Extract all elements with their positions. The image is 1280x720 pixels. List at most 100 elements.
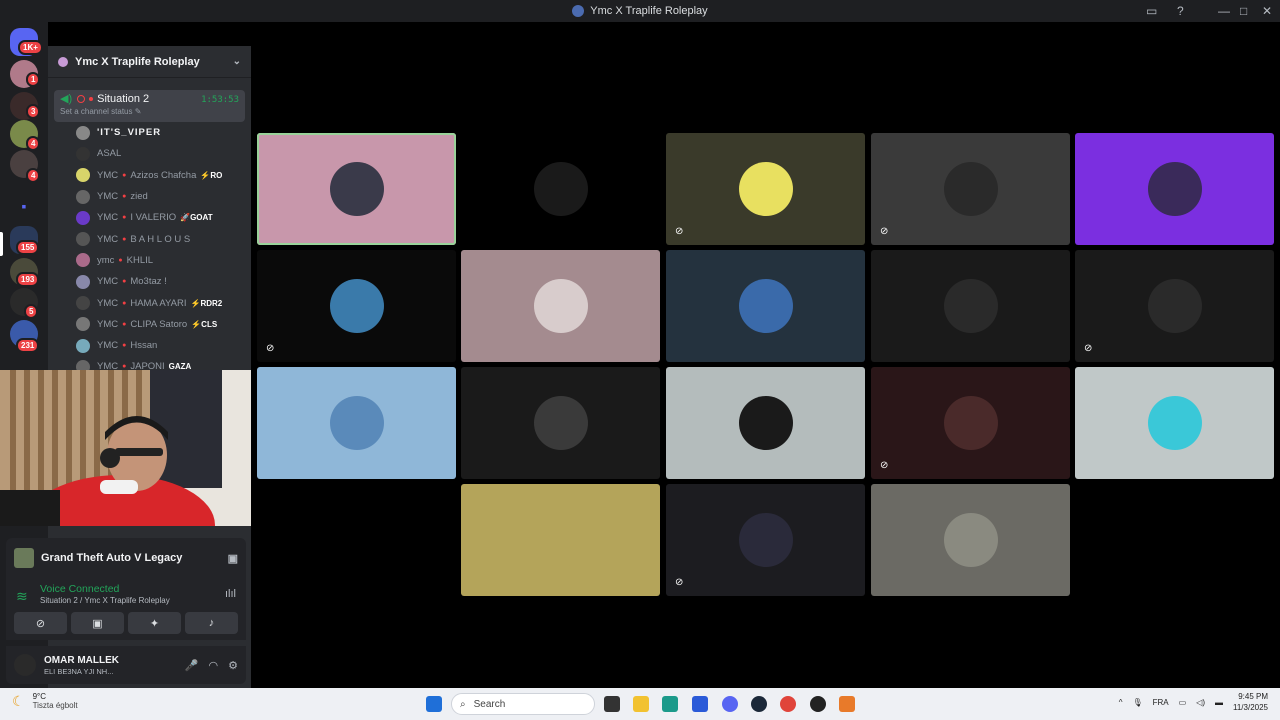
voice-member[interactable]: 'IT'S_VIPER: [76, 122, 246, 143]
activities-button[interactable]: ✦: [128, 612, 181, 634]
participant-tile[interactable]: [461, 484, 660, 596]
voice-member[interactable]: YMC ● zied: [76, 186, 246, 207]
participant-tile[interactable]: [257, 133, 456, 245]
participant-tile[interactable]: [1075, 367, 1274, 479]
store-icon[interactable]: [692, 696, 708, 712]
voice-member[interactable]: ASAL: [76, 143, 246, 164]
user-avatar[interactable]: [14, 654, 36, 676]
voice-member[interactable]: YMC ● CLIPA Satoro ⚡CLS: [76, 314, 246, 335]
participant-avatar: [738, 279, 793, 333]
signal-icon[interactable]: ≋: [16, 588, 28, 605]
participant-tile[interactable]: [871, 250, 1070, 362]
dm-badge: 1K+: [18, 40, 43, 55]
battery-icon[interactable]: ▬: [1215, 698, 1223, 707]
app-icon[interactable]: [839, 696, 855, 712]
member-prefix: YMC: [97, 233, 119, 245]
participant-tile[interactable]: [1075, 133, 1274, 245]
user-name[interactable]: OMAR MALLEK: [44, 655, 119, 666]
network-icon[interactable]: ▭: [1179, 698, 1187, 707]
weather-desc: Tiszta égbolt: [32, 701, 78, 710]
pencil-icon[interactable]: ✎: [135, 107, 142, 116]
task-view-icon[interactable]: [604, 696, 620, 712]
voice-member[interactable]: YMC ● Hssan: [76, 335, 246, 356]
participant-tile[interactable]: ⊘: [666, 484, 865, 596]
participant-avatar: [533, 162, 588, 216]
member-name: Hssan: [130, 340, 158, 352]
voice-member[interactable]: YMC ● Mo3taz !: [76, 271, 246, 292]
participant-avatar: [1147, 162, 1202, 216]
muted-mic-icon: ⊘: [675, 226, 684, 237]
participant-tile[interactable]: ⊘: [257, 250, 456, 362]
member-name: CLIPA Satoro: [130, 318, 188, 330]
chevron-down-icon[interactable]: ⌄: [233, 56, 241, 67]
language-indicator[interactable]: FRA: [1153, 698, 1169, 707]
member-name: KHLIL: [126, 254, 154, 266]
clock-date: 11/3/2025: [1233, 703, 1268, 712]
server-badge: 231: [16, 338, 40, 353]
screen-share-button[interactable]: ▣: [71, 612, 124, 634]
mic-tray-icon[interactable]: 🎙: [1132, 698, 1142, 707]
volume-icon[interactable]: ◁): [1196, 698, 1205, 707]
participant-tile[interactable]: ⊘: [871, 367, 1070, 479]
folder-icon[interactable]: ▪: [10, 192, 38, 220]
voice-member[interactable]: YMC ● Azizos Chafcha ⚡RO: [76, 165, 246, 186]
voice-member[interactable]: YMC ● HAMA AYARI ⚡RDR2: [76, 292, 246, 313]
server-badge: 4: [26, 168, 41, 183]
close-window-button[interactable]: ✕: [1262, 0, 1272, 22]
weather-widget[interactable]: ☾ 9°C Tiszta égbolt: [12, 692, 78, 710]
maximize-button[interactable]: □: [1240, 0, 1247, 22]
chevron-up-icon[interactable]: ^: [1119, 698, 1123, 707]
voice-call-grid: ⊘ ⊘ ⊘ ⊘ ⊘ ⊘: [251, 46, 1280, 688]
participant-tile[interactable]: [461, 367, 660, 479]
stream-game-icon[interactable]: ▣: [228, 552, 238, 565]
edge-icon[interactable]: [662, 696, 678, 712]
muted-mic-icon: ⊘: [880, 226, 889, 237]
guild-icon: [58, 56, 68, 67]
search-box[interactable]: ⌕ Search: [451, 693, 595, 715]
participant-avatar: [1147, 396, 1202, 450]
voice-connected-label[interactable]: Voice Connected: [40, 583, 238, 595]
clock[interactable]: 9:45 PM 11/3/2025: [1233, 691, 1268, 713]
participant-tile[interactable]: ⊘: [1075, 250, 1274, 362]
participant-tile[interactable]: ⊘: [666, 133, 865, 245]
obs-icon[interactable]: [810, 696, 826, 712]
title-bar: Ymc X Traplife Roleplay ▭ ? — □ ✕: [0, 0, 1280, 22]
voice-channel-situation-2[interactable]: ◀) Situation 2 1:53:53 Set a channel sta…: [54, 90, 245, 122]
member-prefix: YMC: [97, 318, 119, 330]
chrome-icon[interactable]: [780, 696, 796, 712]
voice-member[interactable]: ymc ● KHLIL: [76, 250, 246, 271]
help-icon[interactable]: ?: [1177, 0, 1184, 22]
member-name: HAMA AYARI: [130, 297, 187, 309]
minimize-button[interactable]: —: [1218, 0, 1230, 22]
participant-tile[interactable]: [461, 133, 660, 245]
voice-member[interactable]: YMC ● I VALERIO 🚀GOAT: [76, 207, 246, 228]
microphone-icon[interactable]: 🎤: [185, 659, 199, 672]
participant-avatar: [533, 513, 588, 567]
file-explorer-icon[interactable]: [633, 696, 649, 712]
windows-start-icon[interactable]: [426, 696, 442, 712]
participant-tile[interactable]: [871, 484, 1070, 596]
participant-tile[interactable]: [257, 367, 456, 479]
participant-tile[interactable]: [461, 250, 660, 362]
channel-status[interactable]: Set a channel status: [60, 107, 133, 116]
steam-icon[interactable]: [751, 696, 767, 712]
soundboard-button[interactable]: ♪: [185, 612, 238, 634]
settings-gear-icon[interactable]: ⚙: [228, 659, 238, 672]
discord-icon[interactable]: [722, 696, 738, 712]
participant-tile[interactable]: [666, 250, 865, 362]
participant-avatar: [533, 396, 588, 450]
participant-avatar: [943, 396, 998, 450]
participant-tile[interactable]: [666, 367, 865, 479]
camera-off-button[interactable]: ⊘: [14, 612, 67, 634]
inbox-icon[interactable]: ▭: [1146, 0, 1157, 22]
game-activity-panel[interactable]: Grand Theft Auto V Legacy ▣: [6, 538, 246, 578]
member-tag: ⚡RDR2: [190, 298, 223, 308]
voice-member[interactable]: YMC ● B A H L O U S: [76, 228, 246, 249]
headphones-icon[interactable]: ◠: [209, 659, 219, 672]
member-avatar: [76, 232, 90, 247]
voice-location[interactable]: Situation 2 / Ymc X Traplife Roleplay: [40, 596, 238, 605]
participant-tile[interactable]: ⊘: [871, 133, 1070, 245]
guild-header[interactable]: Ymc X Traplife Roleplay ⌄: [48, 46, 251, 78]
participant-avatar: [943, 162, 998, 216]
noise-suppression-icon[interactable]: ılıl: [225, 588, 236, 600]
